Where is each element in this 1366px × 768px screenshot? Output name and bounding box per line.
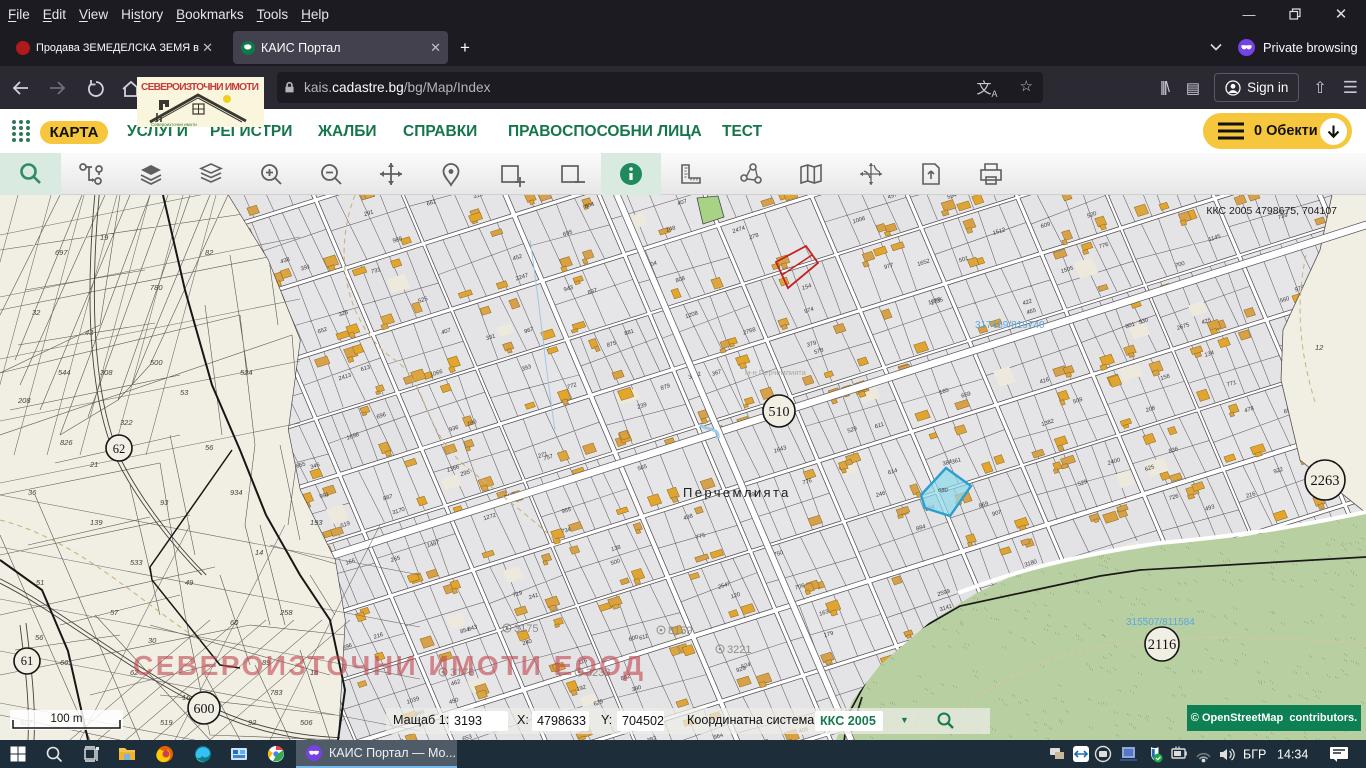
svg-text:510: 510 (769, 405, 790, 420)
svg-text:14: 14 (255, 548, 263, 557)
svg-text:315507/811584: 315507/811584 (1126, 617, 1195, 628)
svg-text:51: 51 (36, 578, 44, 587)
svg-text:57: 57 (110, 608, 119, 617)
svg-text:934: 934 (230, 488, 243, 497)
svg-text:32: 32 (32, 308, 41, 317)
svg-text:Перчемлията: Перчемлията (683, 485, 791, 500)
svg-text:21: 21 (89, 460, 98, 469)
svg-text:СЕВЕРОИЗТОЧНИ ИМОТИ: СЕВЕРОИЗТОЧНИ ИМОТИ (141, 82, 259, 93)
svg-text:193: 193 (310, 518, 323, 527)
svg-text:519: 519 (160, 718, 173, 727)
svg-text:12: 12 (1315, 343, 1324, 352)
svg-text:36: 36 (28, 488, 37, 497)
svg-text:м-н Перчемлията: м-н Перчемлията (745, 368, 807, 377)
svg-text:14:34: 14:34 (1277, 748, 1308, 762)
svg-text:56: 56 (35, 633, 44, 642)
svg-text:БГР: БГР (1243, 748, 1266, 762)
svg-text:53: 53 (180, 388, 189, 397)
svg-text:30: 30 (148, 636, 157, 645)
svg-text:208: 208 (17, 396, 31, 405)
svg-text:139: 139 (90, 518, 103, 527)
svg-text:49: 49 (185, 578, 194, 587)
svg-text:8159: 8159 (668, 625, 692, 637)
svg-text:2263: 2263 (1311, 473, 1340, 489)
svg-text:61: 61 (21, 654, 34, 668)
svg-text:ККС 2005 4798675, 704107: ККС 2005 4798675, 704107 (1206, 205, 1337, 217)
svg-text:317459/819740: 317459/819740 (975, 320, 1045, 331)
svg-text:661: 661 (60, 658, 73, 667)
svg-text:783: 783 (270, 688, 283, 697)
svg-text:19: 19 (100, 233, 109, 242)
svg-text:60: 60 (230, 618, 239, 627)
svg-text:308: 308 (100, 368, 113, 377)
svg-text:258: 258 (279, 608, 293, 617)
svg-text:3221: 3221 (727, 644, 751, 656)
svg-text:62: 62 (113, 442, 126, 456)
svg-text:43: 43 (85, 328, 94, 337)
svg-text:93: 93 (160, 498, 169, 507)
svg-text:533: 533 (130, 558, 143, 567)
svg-text:322: 322 (120, 418, 133, 427)
svg-text:544: 544 (58, 368, 71, 377)
svg-text:600: 600 (194, 702, 215, 717)
svg-text:506: 506 (300, 718, 313, 727)
svg-text:56: 56 (205, 443, 214, 452)
svg-text:Североизточни имоти: Североизточни имоти (151, 122, 197, 127)
svg-text:2116: 2116 (1148, 637, 1176, 653)
svg-text:826: 826 (60, 438, 73, 447)
svg-text:3175: 3175 (514, 623, 538, 635)
svg-text:92: 92 (248, 718, 257, 727)
svg-text:82: 82 (205, 248, 214, 257)
svg-text:500: 500 (150, 358, 163, 367)
svg-text:524: 524 (240, 368, 253, 377)
svg-text:697: 697 (55, 248, 68, 257)
svg-text:680: 680 (938, 488, 948, 494)
svg-text:СЕВЕРОИЗТОЧНИ ИМОТИ ЕООД: СЕВЕРОИЗТОЧНИ ИМОТИ ЕООД (133, 650, 646, 681)
svg-text:780: 780 (150, 283, 163, 292)
